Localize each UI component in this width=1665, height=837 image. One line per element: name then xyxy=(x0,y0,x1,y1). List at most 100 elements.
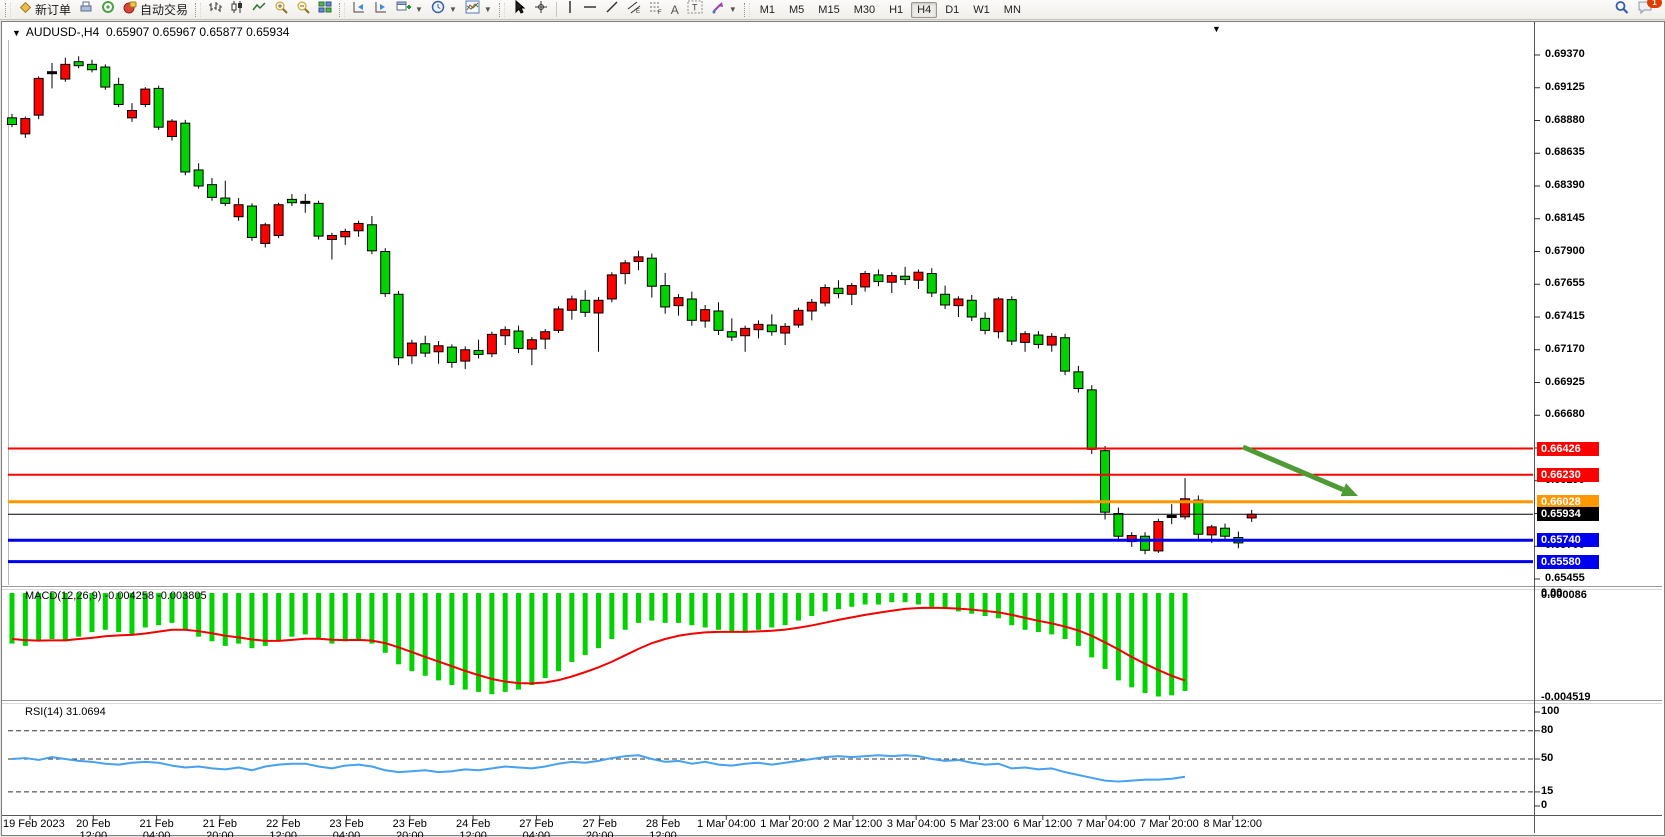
channel-letter: E xyxy=(636,9,640,14)
candle-body xyxy=(247,206,256,237)
horizontal-line-tool-button[interactable] xyxy=(579,1,601,19)
candle-body xyxy=(1074,372,1083,389)
time-axis-label: 7 Mar 20:00 xyxy=(1137,818,1201,830)
candle-body xyxy=(1021,334,1030,343)
mt4-terminal-window: 新订单 自动交易 xyxy=(0,0,1665,837)
timeframe-button-H1[interactable]: H1 xyxy=(883,2,909,18)
text-tool-button[interactable]: A xyxy=(667,1,683,19)
print-button[interactable] xyxy=(75,1,97,19)
tile-windows-button[interactable] xyxy=(314,1,336,19)
macd-histogram-bar xyxy=(1129,593,1134,687)
notification-count-badge: 1 xyxy=(1647,0,1662,8)
candle-body xyxy=(1207,527,1216,535)
arrows-tool-button[interactable]: ▼ xyxy=(707,1,741,19)
time-axis-label: 21 Feb 20:00 xyxy=(188,818,252,837)
candle-body xyxy=(114,84,123,104)
trendline-tool-button[interactable] xyxy=(601,1,623,19)
periods-clock-button[interactable]: ▼ xyxy=(427,1,461,19)
candle-body xyxy=(287,199,296,202)
macd-indicator-label: MACD(12,26,9) -0.004258 -0.003805 xyxy=(25,590,207,602)
crosshair-tool-button[interactable] xyxy=(530,1,552,19)
timeframe-button-D1[interactable]: D1 xyxy=(939,2,965,18)
new-chart-icon xyxy=(396,0,411,19)
time-axis-label: 7 Mar 04:00 xyxy=(1074,818,1138,830)
svg-text:T: T xyxy=(692,3,698,13)
candle-body xyxy=(461,350,470,361)
macd-histogram-bar xyxy=(1103,593,1108,669)
toolbar-drag-handle[interactable] xyxy=(499,3,505,17)
time-axis-label: 5 Mar 23:00 xyxy=(948,818,1012,830)
candle-body xyxy=(194,170,203,186)
timeframe-button-H4[interactable]: H4 xyxy=(911,2,937,18)
macd-histogram-bar xyxy=(729,593,734,632)
timeframe-button-M30[interactable]: M30 xyxy=(848,2,881,18)
chart-canvas[interactable] xyxy=(0,0,1665,837)
time-axis-label: 1 Mar 04:00 xyxy=(694,818,758,830)
vertical-line-tool-button[interactable] xyxy=(561,1,579,19)
zoom-out-icon xyxy=(296,0,310,19)
new-order-button[interactable]: 新订单 xyxy=(14,1,75,19)
notifications-button[interactable]: 1 xyxy=(1633,1,1657,19)
chart-collapse-icon[interactable]: ▼ xyxy=(12,28,21,38)
new-chart-button[interactable]: ▼ xyxy=(392,1,427,19)
macd-histogram-bar xyxy=(783,593,788,625)
text-label-tool-button[interactable]: T xyxy=(683,1,707,19)
candlestick-chart-button[interactable] xyxy=(226,1,248,19)
timeframe-button-W1[interactable]: W1 xyxy=(967,2,996,18)
candle-body xyxy=(807,302,816,311)
candle-body xyxy=(981,318,990,330)
toolbar-drag-handle[interactable] xyxy=(5,3,11,17)
time-axis-label: 21 Feb 04:00 xyxy=(125,818,189,837)
timeframe-button-M5[interactable]: M5 xyxy=(783,2,810,18)
line-chart-button[interactable] xyxy=(248,1,270,19)
fibonacci-tool-button[interactable]: F xyxy=(645,1,667,19)
cursor-tool-button[interactable] xyxy=(508,1,530,19)
rsi-scale-label: 0 xyxy=(1541,799,1547,811)
zoom-out-button[interactable] xyxy=(292,1,314,19)
dropdown-caret-icon: ▼ xyxy=(729,5,737,14)
chart-title-bar[interactable]: ▼AUDUSD-,H4 0.65907 0.65967 0.65877 0.65… xyxy=(12,25,289,39)
candle-body xyxy=(61,64,70,79)
bar-chart-button[interactable] xyxy=(204,1,226,19)
autotrade-button[interactable]: 自动交易 xyxy=(119,1,192,19)
time-axis-label: 3 Mar 04:00 xyxy=(884,818,948,830)
timeframe-button-MN[interactable]: MN xyxy=(998,2,1027,18)
indicators-button[interactable]: ▼ xyxy=(461,1,496,19)
toolbar-drag-handle[interactable] xyxy=(744,3,750,17)
candle-body xyxy=(327,235,336,239)
rsi-scale-label: 50 xyxy=(1541,752,1553,764)
macd-histogram-bar xyxy=(743,593,748,632)
time-axis-label: 27 Feb 20:00 xyxy=(568,818,632,837)
arrow-annotation[interactable] xyxy=(1243,447,1343,490)
auto-scroll-button[interactable] xyxy=(348,1,370,19)
candle-body xyxy=(127,110,136,117)
macd-histogram-bar xyxy=(1116,593,1121,680)
candle-body xyxy=(527,340,536,349)
chart-ohlc-values: 0.65907 0.65967 0.65877 0.65934 xyxy=(106,25,290,39)
macd-scale-max: 0.000086 xyxy=(1541,589,1587,601)
macd-histogram-bar xyxy=(236,593,241,644)
macd-histogram-bar xyxy=(316,593,321,639)
macd-histogram-bar xyxy=(649,593,654,621)
price-tick-label: 0.69370 xyxy=(1545,48,1585,60)
horizontal-line-icon xyxy=(583,0,597,19)
zoom-in-button[interactable] xyxy=(270,1,292,19)
chart-end-marker-icon: ▼ xyxy=(1212,24,1221,34)
macd-histogram-bar xyxy=(1143,593,1148,693)
macd-histogram-bar xyxy=(1049,593,1054,634)
toolbar-drag-handle[interactable] xyxy=(195,3,201,17)
search-button[interactable] xyxy=(1610,1,1633,19)
time-axis-label: 23 Feb 04:00 xyxy=(315,818,379,837)
broadcast-button[interactable] xyxy=(97,1,119,19)
time-axis-label: 1 Mar 20:00 xyxy=(758,818,822,830)
rsi-scale-label: 100 xyxy=(1541,705,1559,717)
candle-body xyxy=(887,276,896,283)
candle-body xyxy=(834,288,843,293)
equidistant-channel-tool-button[interactable]: E xyxy=(623,1,645,19)
timeframe-button-M1[interactable]: M1 xyxy=(754,2,781,18)
chart-shift-button[interactable] xyxy=(370,1,392,19)
timeframe-button-M15[interactable]: M15 xyxy=(812,2,845,18)
text-label-icon: T xyxy=(687,0,703,19)
toolbar-drag-handle[interactable] xyxy=(339,3,345,17)
macd-histogram-bar xyxy=(1036,593,1041,632)
